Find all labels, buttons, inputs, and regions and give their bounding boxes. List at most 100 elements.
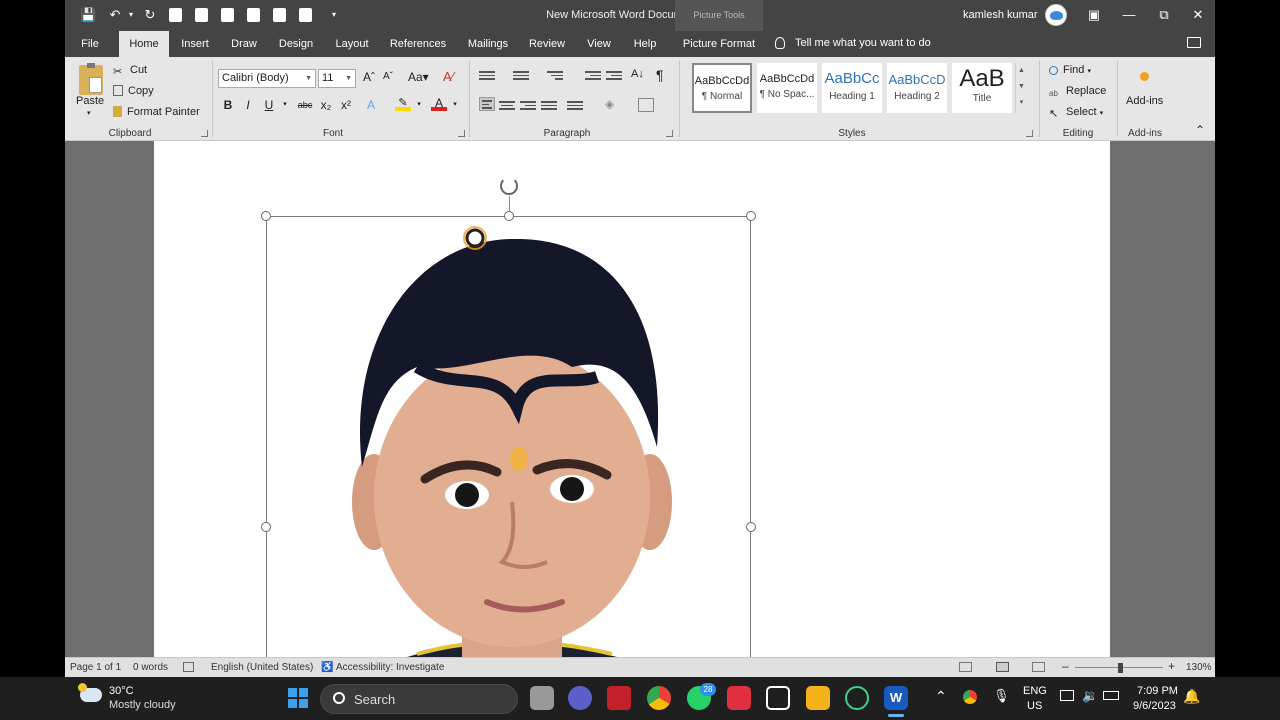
network-icon[interactable] <box>1060 690 1074 701</box>
style-heading-2[interactable]: AaBbCcD Heading 2 <box>887 63 947 113</box>
customize-qat-icon[interactable]: ▾ <box>326 7 342 23</box>
taskbar-search[interactable]: Search <box>320 684 518 714</box>
tab-help[interactable]: Help <box>627 31 663 57</box>
start-icon[interactable] <box>288 688 308 708</box>
weather-temp[interactable]: 30°C <box>109 685 134 697</box>
weather-description[interactable]: Mostly cloudy <box>109 699 176 711</box>
clock-date[interactable]: 9/6/2023 <box>1133 700 1176 712</box>
volume-icon[interactable]: 🔉 <box>1082 688 1098 704</box>
grow-font-icon[interactable]: Aˆ <box>363 70 375 84</box>
tab-layout[interactable]: Layout <box>329 31 375 57</box>
multilevel-list-icon[interactable] <box>547 69 563 83</box>
chrome-icon[interactable] <box>647 686 671 710</box>
bullets-icon[interactable] <box>479 69 495 83</box>
chrome-tray-icon[interactable] <box>963 690 977 704</box>
video-icon[interactable] <box>766 686 790 710</box>
word-taskbar-icon[interactable]: W <box>884 686 908 710</box>
highlight-dropdown-icon[interactable]: ▾ <box>411 97 427 113</box>
font-size-select[interactable]: 11 ▼ <box>318 69 356 88</box>
paste-icon[interactable] <box>79 63 103 95</box>
zoom-level[interactable]: 130% <box>1186 662 1212 673</box>
underline-button[interactable]: U <box>261 97 277 113</box>
web-layout-icon[interactable] <box>1032 662 1045 672</box>
restore-icon[interactable]: ⧉ <box>1150 4 1178 26</box>
ribbon-display-options-icon[interactable]: ▣ <box>1080 4 1108 26</box>
paste-button[interactable]: Paste <box>76 95 104 107</box>
cut-button[interactable]: ✂ Cut <box>113 64 147 78</box>
copy-button[interactable]: Copy <box>113 85 154 97</box>
paragraph-launcher-icon[interactable] <box>666 130 673 137</box>
camera-app-icon[interactable] <box>727 686 751 710</box>
superscript-button[interactable]: x² <box>338 97 354 113</box>
quick-access-doc-icon[interactable] <box>247 8 260 22</box>
save-icon[interactable]: 💾 <box>80 7 96 23</box>
add-ins-button[interactable]: Add-ins <box>1126 95 1163 107</box>
select-button[interactable]: ↖ Select ▾ <box>1049 106 1103 120</box>
clipboard-launcher-icon[interactable] <box>201 130 208 137</box>
microphone-icon[interactable]: 🎙 <box>993 688 1010 704</box>
resize-handle[interactable] <box>504 211 514 221</box>
avatar[interactable] <box>1045 4 1067 26</box>
tab-review[interactable]: Review <box>525 31 569 57</box>
notification-icon[interactable]: 🔔 <box>1183 688 1200 705</box>
replace-button[interactable]: ab Replace <box>1049 85 1106 101</box>
tab-references[interactable]: References <box>385 31 451 57</box>
redo-icon[interactable]: ↻ <box>142 7 158 23</box>
show-formatting-button[interactable]: ¶ <box>656 67 664 83</box>
media-player-icon[interactable] <box>806 686 830 710</box>
style-title[interactable]: AaB Title <box>952 63 1012 113</box>
numbering-icon[interactable] <box>513 69 529 83</box>
shading-icon[interactable]: ◈ <box>605 97 614 111</box>
selected-picture[interactable] <box>266 216 751 657</box>
language-indicator-bottom[interactable]: US <box>1027 700 1042 712</box>
proofing-icon[interactable] <box>183 662 194 672</box>
quick-access-doc-icon[interactable] <box>169 8 182 22</box>
weather-icon[interactable] <box>78 683 102 702</box>
huawei-icon[interactable] <box>607 686 631 710</box>
style-normal[interactable]: AaBbCcDd ¶ Normal <box>692 63 752 113</box>
font-launcher-icon[interactable] <box>458 130 465 137</box>
bold-button[interactable]: B <box>220 97 236 113</box>
print-layout-icon[interactable] <box>996 662 1009 672</box>
highlight-color-icon[interactable]: ✎ <box>395 97 411 111</box>
page-count[interactable]: Page 1 of 1 <box>70 662 121 673</box>
tab-home[interactable]: Home <box>119 31 169 57</box>
zoom-in-icon[interactable]: + <box>1168 659 1175 673</box>
teams-icon[interactable] <box>568 686 592 710</box>
zoom-slider-thumb[interactable] <box>1118 663 1123 673</box>
rotate-handle-icon[interactable] <box>500 177 518 195</box>
clock-time[interactable]: 7:09 PM <box>1137 685 1178 697</box>
resize-handle[interactable] <box>261 522 271 532</box>
language-indicator-top[interactable]: ENG <box>1023 685 1047 697</box>
quick-access-doc-icon[interactable] <box>273 8 286 22</box>
change-case-icon[interactable]: Aa▾ <box>408 70 429 84</box>
undo-icon[interactable]: ↶ <box>107 7 123 23</box>
align-left-icon[interactable] <box>479 97 495 111</box>
paste-dropdown-icon[interactable]: ▾ <box>87 109 91 117</box>
strikethrough-button[interactable]: abc <box>295 97 315 113</box>
decrease-indent-icon[interactable] <box>585 69 601 83</box>
resize-handle[interactable] <box>746 522 756 532</box>
tab-mailings[interactable]: Mailings <box>461 31 515 57</box>
tab-file[interactable]: File <box>70 31 110 57</box>
undo-dropdown-icon[interactable]: ▾ <box>123 7 139 23</box>
tab-design[interactable]: Design <box>272 31 320 57</box>
styles-scroll[interactable]: ▲ ▼ ▾ <box>1015 63 1027 113</box>
sort-icon[interactable]: A↓ <box>631 68 644 80</box>
accessibility-status[interactable]: Accessibility: Investigate <box>336 662 444 673</box>
font-family-select[interactable]: Calibri (Body) ▼ <box>218 69 316 88</box>
collapse-ribbon-icon[interactable]: ⌃ <box>1195 123 1205 137</box>
italic-button[interactable]: I <box>240 97 256 113</box>
justify-icon[interactable] <box>541 99 557 113</box>
style-no-spacing[interactable]: AaBbCcDd ¶ No Spac... <box>757 63 817 113</box>
styles-launcher-icon[interactable] <box>1026 130 1033 137</box>
resize-handle[interactable] <box>746 211 756 221</box>
chevron-up-icon[interactable]: ⌃ <box>935 688 947 705</box>
battery-icon[interactable] <box>1103 691 1119 700</box>
app-icon[interactable] <box>845 686 869 710</box>
quick-access-doc-icon[interactable] <box>221 8 234 22</box>
close-icon[interactable]: ✕ <box>1184 4 1212 26</box>
tab-insert[interactable]: Insert <box>175 31 215 57</box>
quick-access-doc-icon[interactable] <box>195 8 208 22</box>
language-status[interactable]: English (United States) <box>211 662 313 673</box>
